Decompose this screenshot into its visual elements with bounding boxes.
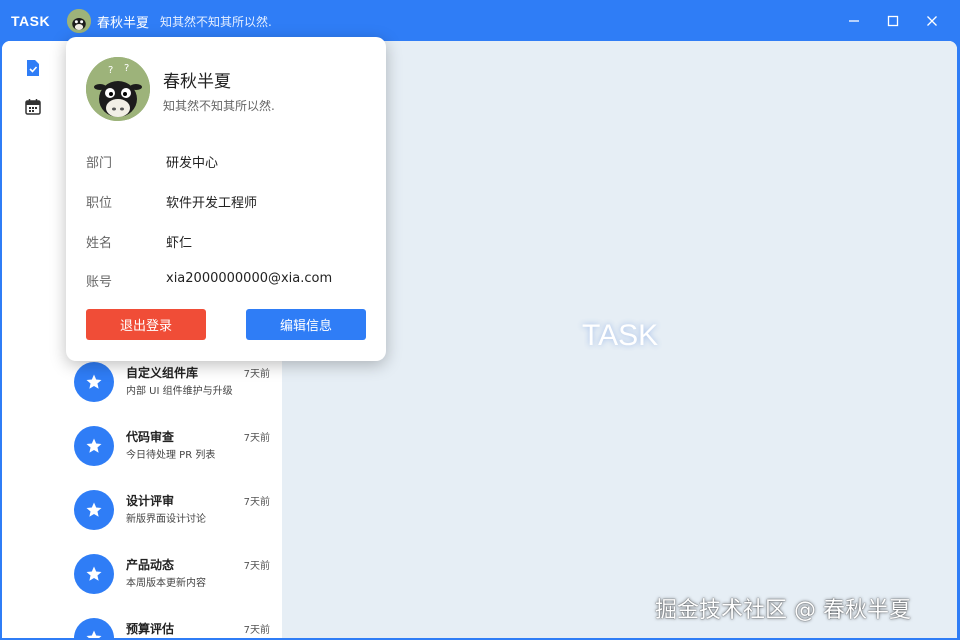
list-item-subtitle: 新版界面设计讨论 [126, 514, 206, 525]
list-item[interactable]: 产品动态 7天前 本周版本更新内容 [62, 542, 282, 606]
main-logo: TASK [582, 319, 659, 352]
profile-label: 职位 [86, 196, 113, 211]
list-item-title: 代码审查 [126, 430, 175, 444]
logout-button[interactable]: 退出登录 [86, 309, 206, 340]
list-item-title: 产品动态 [126, 558, 175, 572]
list-item-time: 7天前 [243, 433, 270, 444]
nav-rail [2, 41, 63, 638]
profile-value: 虾仁 [166, 236, 193, 251]
list-item-time: 7天前 [243, 561, 270, 572]
list-item-time: 7天前 [243, 497, 270, 508]
list-item-title: 自定义组件库 [126, 366, 199, 380]
profile-value: xia2000000000@xia.com [166, 271, 333, 286]
list-item[interactable]: 设计评审 7天前 新版界面设计讨论 [62, 478, 282, 542]
list-item-time: 7天前 [243, 369, 270, 380]
nav-item-calendar[interactable] [19, 93, 47, 121]
list-item[interactable]: 预算评估 7天前 [62, 606, 282, 638]
list-item-subtitle: 内部 UI 组件维护与升级 [126, 386, 233, 397]
svg-text:?: ? [124, 63, 129, 74]
watermark: 掘金技术社区 @ 春秋半夏 [655, 598, 911, 623]
nav-item-tasks[interactable] [19, 54, 47, 82]
profile-signature: 知其然不知其所以然. [163, 99, 275, 113]
user-avatar[interactable] [67, 9, 91, 33]
svg-text:?: ? [108, 65, 113, 76]
edit-info-button[interactable]: 编辑信息 [246, 309, 366, 340]
maximize-icon [887, 15, 899, 27]
title-bar: TASK 春秋半夏 知其然不知其所以然. [0, 0, 960, 41]
star-icon [74, 426, 114, 466]
app-title: TASK [11, 12, 51, 29]
star-icon [74, 490, 114, 530]
profile-label: 账号 [86, 275, 113, 290]
titlebar-user-signature: 知其然不知其所以然. [160, 15, 272, 29]
profile-name: 春秋半夏 [163, 72, 231, 92]
star-icon [74, 362, 114, 402]
calendar-icon [25, 99, 41, 115]
list-item-subtitle: 本周版本更新内容 [126, 578, 206, 589]
close-button[interactable] [917, 6, 947, 36]
list-item-title: 预算评估 [126, 622, 175, 636]
list-item-title: 设计评审 [126, 494, 175, 508]
titlebar-user-name: 春秋半夏 [97, 16, 150, 31]
star-icon [74, 554, 114, 594]
profile-value: 研发中心 [166, 156, 219, 171]
cow-avatar-icon: ? ? [86, 57, 150, 121]
list-item[interactable]: 代码审查 7天前 今日待处理 PR 列表 [62, 414, 282, 478]
list-item-time: 7天前 [243, 625, 270, 636]
maximize-button[interactable] [878, 6, 908, 36]
minimize-button[interactable] [839, 6, 869, 36]
minimize-icon [849, 20, 859, 22]
cow-avatar-icon [67, 9, 91, 33]
profile-label: 姓名 [86, 236, 113, 251]
profile-avatar: ? ? [86, 57, 150, 121]
close-icon [927, 16, 937, 26]
task-icon [27, 60, 39, 76]
star-icon [74, 618, 114, 638]
profile-popup: ? ? 春秋半夏 知其然不知其所以然. 部门 研发中心 职位 软件开发工程师 姓… [66, 37, 386, 361]
list-item-subtitle: 今日待处理 PR 列表 [126, 450, 216, 461]
profile-value: 软件开发工程师 [166, 196, 258, 211]
profile-label: 部门 [86, 156, 113, 171]
